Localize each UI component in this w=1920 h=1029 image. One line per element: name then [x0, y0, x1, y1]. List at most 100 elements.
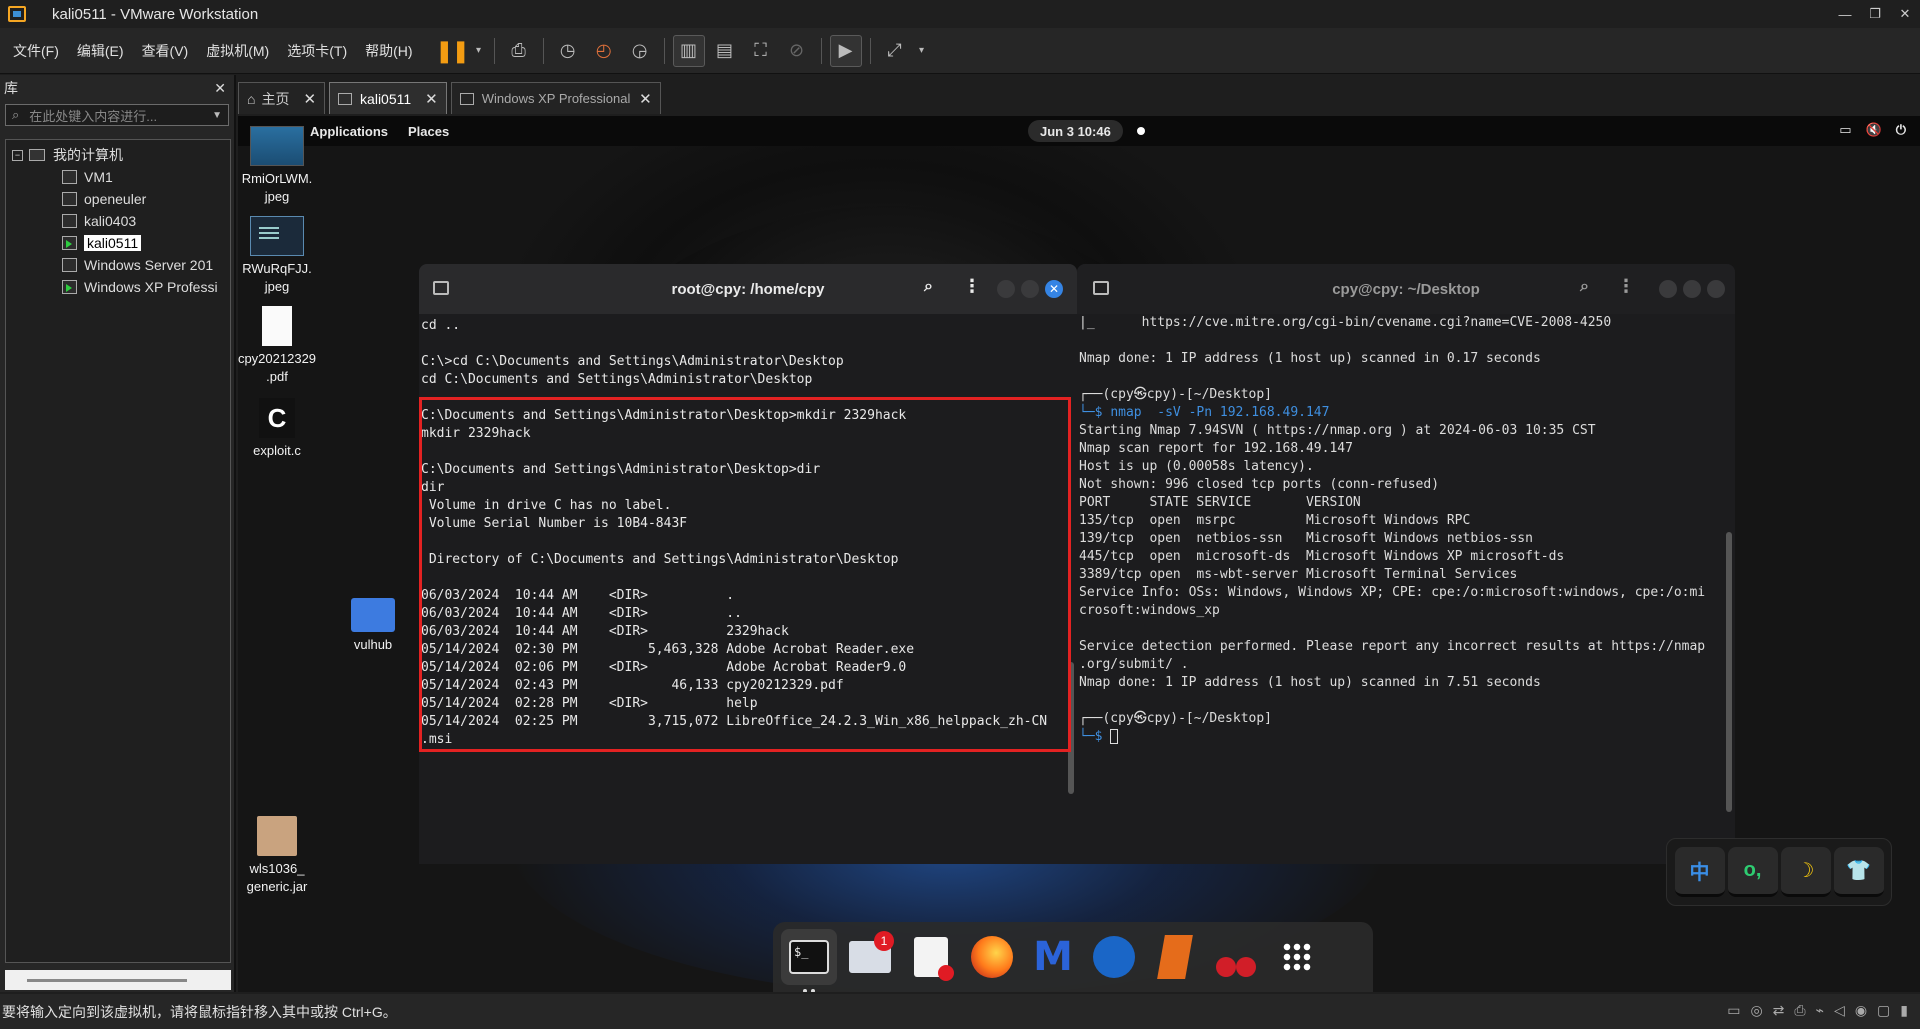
- tree-item-vm1[interactable]: VM1: [12, 166, 230, 188]
- stretch-guest-icon[interactable]: ⤢: [879, 35, 911, 67]
- menu-vm[interactable]: 虚拟机(M): [197, 41, 278, 61]
- dock-firefox[interactable]: [964, 929, 1020, 985]
- desktop-icon-label: jpeg: [264, 189, 290, 204]
- dock-metasploit[interactable]: M: [1025, 929, 1081, 985]
- sound-muted-icon[interactable]: 🔇: [1866, 122, 1882, 138]
- sound-card-icon[interactable]: ◁: [1834, 1002, 1845, 1019]
- maximize-icon[interactable]: [1021, 280, 1039, 298]
- tab-close-icon[interactable]: ✕: [639, 90, 652, 108]
- minimize-button[interactable]: —: [1830, 0, 1860, 28]
- maximize-button[interactable]: ❐: [1860, 0, 1890, 28]
- printer-icon[interactable]: ⎙: [1794, 1002, 1805, 1019]
- network-icon[interactable]: ⇄: [1773, 1002, 1785, 1019]
- terminal-scrollbar[interactable]: [1068, 662, 1074, 794]
- ime-skin-shirt-icon[interactable]: 👕: [1833, 847, 1884, 897]
- library-horizontal-scrollbar[interactable]: [5, 970, 231, 990]
- dock-burpsuite[interactable]: [1147, 929, 1203, 985]
- menu-kebab-icon[interactable]: ⋮: [1617, 276, 1635, 297]
- home-icon: ⌂: [247, 90, 256, 107]
- snapshot-manager-icon[interactable]: ◶: [624, 35, 656, 67]
- dock-cherrytree[interactable]: [1208, 929, 1264, 985]
- desktop-icon-pdf[interactable]: cpy20212329 .pdf: [238, 306, 322, 386]
- vm-icon: [62, 214, 77, 228]
- search-icon[interactable]: ⌕: [1580, 278, 1589, 296]
- menu-kebab-icon[interactable]: ⋮: [963, 276, 981, 297]
- tab-kali0511[interactable]: kali0511 ✕: [329, 82, 447, 114]
- revert-snapshot-icon[interactable]: ◴: [588, 35, 620, 67]
- vm-tabs: ⌂ 主页 ✕ kali0511 ✕ Windows XP Professiona…: [238, 82, 665, 115]
- vm-display[interactable]: Applications Places Jun 3 10:46 ▭ 🔇 ⏻ Rm…: [238, 116, 1920, 992]
- vm-tree: − 我的计算机 VM1 openeuler kali0403 kali0511 …: [5, 139, 231, 963]
- status-bar-toggle-icon[interactable]: ▮: [1900, 1002, 1908, 1019]
- unity-icon[interactable]: ⊘: [781, 35, 813, 67]
- close-button[interactable]: ✕: [1890, 0, 1920, 28]
- desktop-icon-exploit-c[interactable]: C exploit.c: [238, 398, 322, 460]
- menu-view[interactable]: 查看(V): [133, 41, 198, 61]
- desktop-icon-rwurqfjj[interactable]: RWuRqFJJ. jpeg: [238, 216, 322, 296]
- dock-wireshark[interactable]: [1086, 929, 1142, 985]
- terminal-user-window[interactable]: cpy@cpy: ~/Desktop ⌕ ⋮ |_ https://cve.mi…: [1077, 264, 1735, 864]
- tab-close-icon[interactable]: ✕: [425, 90, 438, 108]
- tree-item-kali0511[interactable]: kali0511: [12, 232, 230, 254]
- tab-label: kali0511: [360, 90, 412, 107]
- ime-halfwidth-moon-icon[interactable]: ☽: [1780, 847, 1831, 897]
- ime-punctuation-button[interactable]: o,: [1727, 847, 1778, 897]
- cd-rom-icon[interactable]: ◎: [1750, 1002, 1762, 1019]
- terminal-scrollbar[interactable]: [1726, 532, 1732, 812]
- tree-item-windows-server[interactable]: Windows Server 201: [12, 254, 230, 276]
- desktop-icon-rmiorlwm[interactable]: RmiOrLWM. jpeg: [238, 126, 322, 206]
- message-icon[interactable]: ▢: [1877, 1002, 1890, 1019]
- dock-files[interactable]: 1: [842, 929, 898, 985]
- tree-item-openeuler[interactable]: openeuler: [12, 188, 230, 210]
- full-screen-icon[interactable]: ⛶: [745, 35, 777, 67]
- display-icon[interactable]: ◉: [1855, 1002, 1867, 1019]
- menu-help[interactable]: 帮助(H): [356, 41, 421, 61]
- search-dropdown-icon[interactable]: ▼: [212, 110, 222, 121]
- search-icon[interactable]: ⌕: [924, 278, 933, 296]
- desktop-icon-label: generic.jar: [246, 879, 308, 894]
- dock-show-apps[interactable]: [1269, 929, 1325, 985]
- terminal-root-window[interactable]: root@cpy: /home/cpy ⌕ ⋮ ✕ cd .. C:\>cd C…: [419, 264, 1077, 864]
- screen-icon[interactable]: ▭: [1839, 122, 1851, 138]
- show-library-icon[interactable]: ▥: [672, 34, 705, 67]
- pause-icon[interactable]: ❚❚: [435, 35, 470, 67]
- vm-icon: [62, 192, 77, 206]
- tree-item-windows-xp[interactable]: Windows XP Professi: [12, 276, 230, 298]
- collapse-icon[interactable]: −: [12, 149, 23, 161]
- maximize-icon[interactable]: [1683, 280, 1701, 298]
- minimize-icon[interactable]: [997, 280, 1015, 298]
- tab-windows-xp[interactable]: Windows XP Professional ✕: [450, 82, 661, 114]
- tree-item-kali0403[interactable]: kali0403: [12, 210, 230, 232]
- menu-tabs[interactable]: 选项卡(T): [278, 41, 356, 61]
- close-icon[interactable]: [1707, 280, 1725, 298]
- minimize-icon[interactable]: [1659, 280, 1677, 298]
- tree-root-my-computer[interactable]: − 我的计算机: [12, 144, 230, 166]
- guest-clock[interactable]: Jun 3 10:46: [1028, 120, 1123, 142]
- pause-dropdown-icon[interactable]: ▾: [472, 35, 486, 67]
- menu-edit[interactable]: 编辑(E): [68, 41, 133, 61]
- tab-home[interactable]: ⌂ 主页 ✕: [238, 82, 326, 114]
- dock-text-editor[interactable]: [903, 929, 959, 985]
- dock-terminal[interactable]: $_: [781, 929, 837, 992]
- library-close-icon[interactable]: ✕: [214, 80, 226, 97]
- console-view-icon[interactable]: ▶: [829, 34, 862, 67]
- library-title: 库: [4, 80, 18, 96]
- tree-item-label: kali0511: [84, 235, 142, 251]
- library-search-input[interactable]: ⌕ 在此处键入内容进行... ▼: [5, 104, 229, 126]
- system-tray[interactable]: ▭ 🔇 ⏻: [1839, 122, 1906, 138]
- ime-chinese-mode-button[interactable]: 中: [1674, 847, 1725, 897]
- places-menu[interactable]: Places: [408, 124, 449, 139]
- usb-icon[interactable]: ⌁: [1816, 1002, 1824, 1019]
- hard-disk-icon[interactable]: ▭: [1727, 1002, 1740, 1019]
- stretch-dropdown-icon[interactable]: ▾: [915, 35, 929, 67]
- send-ctrl-alt-del-icon[interactable]: ⎙: [503, 35, 535, 67]
- desktop-icon-wls-jar[interactable]: wls1036_ generic.jar: [238, 816, 322, 896]
- menu-file[interactable]: 文件(F): [4, 41, 68, 61]
- close-icon[interactable]: ✕: [1045, 280, 1063, 298]
- desktop-icon-vulhub[interactable]: vulhub: [328, 598, 418, 654]
- image-file-icon: [250, 216, 304, 256]
- thumbnail-bar-icon[interactable]: ▤: [709, 35, 741, 67]
- tab-close-icon[interactable]: ✕: [303, 90, 316, 108]
- power-icon[interactable]: ⏻: [1896, 122, 1906, 138]
- snapshot-icon[interactable]: ◷: [552, 35, 584, 67]
